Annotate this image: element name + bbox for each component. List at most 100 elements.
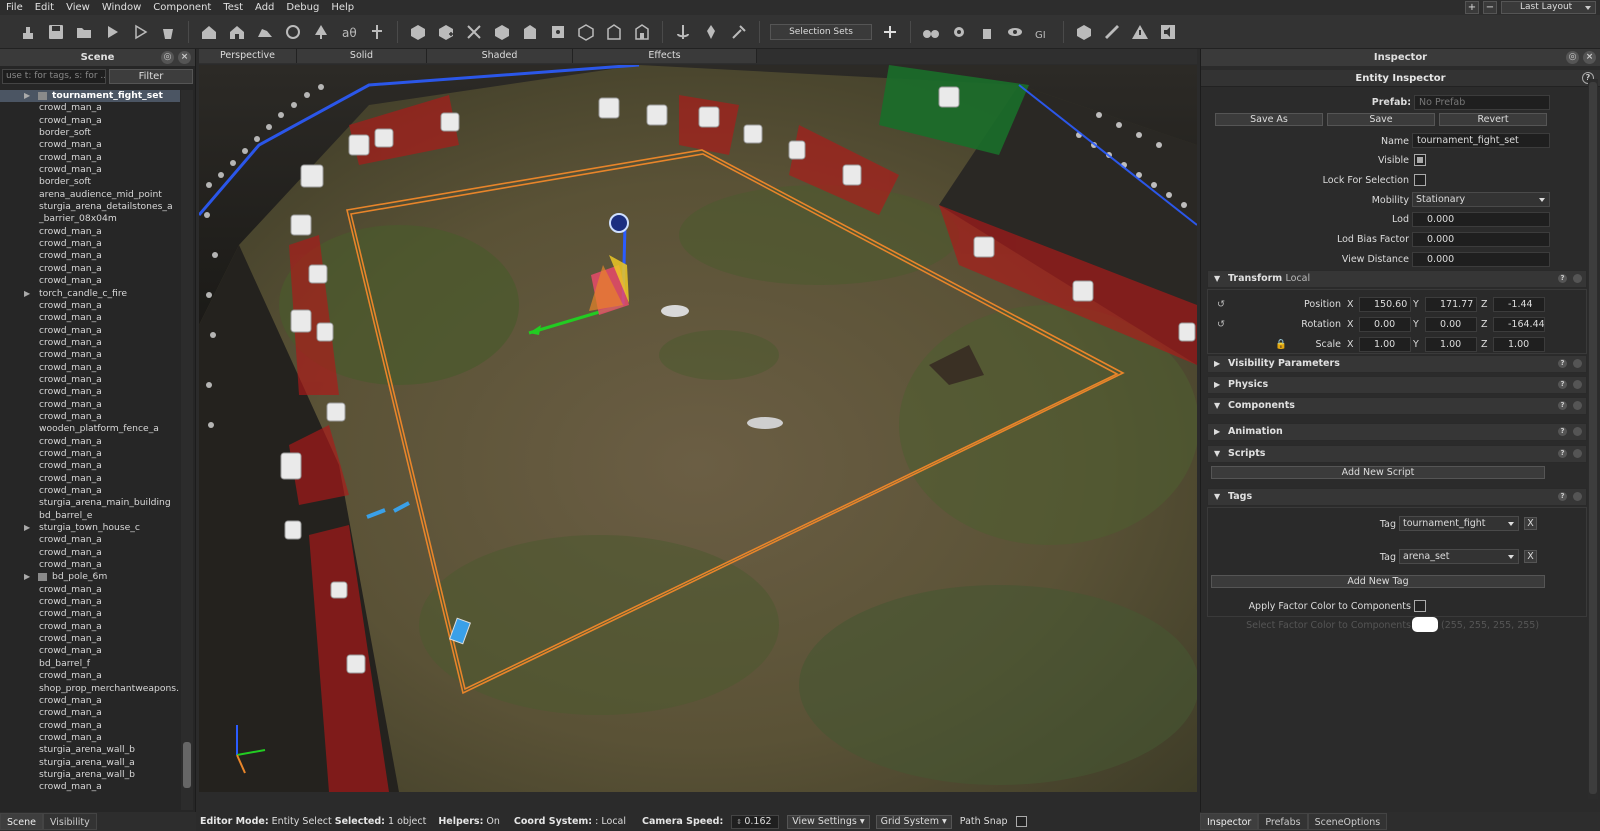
scene-tree-item[interactable]: crowd_man_a [0,238,180,250]
settings-icon[interactable] [1573,492,1582,501]
scrollbar-thumb[interactable] [183,742,191,788]
lock-for-selection-checkbox[interactable] [1414,174,1426,186]
scene-tree-item[interactable]: wooden_platform_fence_a [0,423,180,435]
scene-tree-item[interactable]: crowd_man_a [0,608,180,620]
expand-arrow-icon[interactable]: ▶ [24,288,30,300]
scene-tree-item[interactable]: crowd_man_a [0,411,180,423]
eye-icon[interactable] [1004,21,1026,43]
scene-tree-item[interactable]: crowd_man_a [0,695,180,707]
gi-icon[interactable]: GI [1032,21,1054,43]
menu-component[interactable]: Component [147,0,217,15]
help-icon[interactable]: ? [1558,449,1567,458]
animation-section-header[interactable]: ▶ Animation ? [1207,423,1587,441]
scene-tree-item[interactable]: crowd_man_a [0,102,180,114]
scene-tree-item[interactable]: crowd_man_a [0,584,180,596]
scene-tree-scrollbar[interactable] [181,90,193,810]
scene-tree-item[interactable]: crowd_man_a [0,325,180,337]
help-icon[interactable]: ? [1558,427,1567,436]
stamp-icon[interactable] [17,21,39,43]
tool-icon[interactable] [728,21,750,43]
transform-section-header[interactable]: ▼ Transform Local ? [1207,270,1587,288]
scene-tree-item[interactable]: crowd_man_a [0,337,180,349]
remove-tag-button-1[interactable]: X [1524,517,1537,530]
building-wire-icon[interactable] [603,21,625,43]
scene-tree-item[interactable]: ▶ bd_pole_6m [0,571,180,583]
scene-tree-item[interactable]: crowd_man_a [0,781,180,793]
figure-icon[interactable] [366,21,388,43]
settings-icon[interactable] [1573,359,1582,368]
view-settings-dropdown[interactable]: View Settings ▾ [787,814,870,829]
tree-icon[interactable] [310,21,332,43]
cube-icon[interactable] [407,21,429,43]
reset-position-icon[interactable]: ↺ [1217,299,1225,310]
scene-tree-item[interactable]: sturgia_arena_detailstones_a [0,201,180,213]
scene-tree-item[interactable]: crowd_man_a [0,559,180,571]
scene-tree-item[interactable]: crowd_man_a [0,732,180,744]
pin-inspector-icon[interactable]: ◎ [1566,51,1579,64]
menu-debug[interactable]: Debug [280,0,325,15]
scene-tree-item[interactable]: crowd_man_a [0,164,180,176]
close-panel-icon[interactable]: × [178,51,191,64]
scene-tree-item[interactable]: crowd_man_a [0,312,180,324]
settings-icon[interactable] [1573,274,1582,283]
help-icon[interactable]: ? [1558,401,1567,410]
scene-tree-item[interactable]: crowd_man_a [0,645,180,657]
scene-tree-item[interactable]: _barrier_08x04m [0,213,180,225]
inspector-scrollbar[interactable] [1588,79,1598,799]
scene-tree-item[interactable]: ▶ tournament_fight_set [0,90,180,103]
path-snap-checkbox[interactable] [1015,816,1027,827]
expand-arrow-icon[interactable]: ▶ [24,571,30,583]
tab-visibility[interactable]: Visibility [42,813,97,830]
expand-arrow-icon[interactable]: ▶ [24,90,30,102]
cube-light-icon[interactable] [1073,21,1095,43]
scene-search-input[interactable]: use t: for tags, s: for ... [2,69,106,84]
scale-y-field[interactable]: 1.00 [1425,337,1477,352]
scene-tree-item[interactable]: crowd_man_a [0,460,180,472]
position-y-field[interactable]: 171.77 [1425,297,1477,312]
scene-tree-item[interactable]: crowd_man_a [0,275,180,287]
scene-tree-item[interactable]: border_soft [0,176,180,188]
coord-system-value[interactable]: : Local [595,816,626,827]
binoculars-icon[interactable] [920,21,942,43]
settings-icon[interactable] [1573,401,1582,410]
tab-solid[interactable]: Solid [297,49,427,63]
house-alt-icon[interactable] [226,21,248,43]
pin-panel-icon[interactable]: ◎ [161,51,174,64]
scene-tree-item[interactable]: crowd_man_a [0,547,180,559]
inspector-scrollbar-thumb[interactable] [1589,82,1597,794]
add-new-tag-button[interactable]: Add New Tag [1211,575,1545,588]
save-icon[interactable] [45,21,67,43]
help-icon[interactable]: ? [1558,492,1567,501]
apply-factor-color-checkbox[interactable] [1414,600,1426,612]
scene-tree-item[interactable]: crowd_man_a [0,670,180,682]
scene-tree-item[interactable]: crowd_man_a [0,139,180,151]
rock-icon[interactable] [254,21,276,43]
rotation-y-field[interactable]: 0.00 [1425,317,1477,332]
scene-tree-item[interactable]: crowd_man_a [0,485,180,497]
cube-add-icon[interactable] [435,21,457,43]
close-inspector-icon[interactable]: × [1583,51,1596,64]
scene-tree-item[interactable]: crowd_man_a [0,707,180,719]
settings-icon[interactable] [1573,427,1582,436]
settings-icon[interactable] [1573,380,1582,389]
scene-tree-item[interactable]: crowd_man_a [0,226,180,238]
scene-tree-item[interactable]: sturgia_arena_wall_b [0,744,180,756]
speaker-icon[interactable] [1157,21,1179,43]
scale-z-field[interactable]: 1.00 [1493,337,1545,352]
scene-tree-item[interactable]: crowd_man_a [0,720,180,732]
3d-viewport[interactable] [199,65,1197,792]
puzzle-icon[interactable] [547,21,569,43]
scene-tree-item[interactable]: sturgia_arena_wall_b [0,769,180,781]
expand-arrow-icon[interactable]: ▶ [24,522,30,534]
components-section-header[interactable]: ▼ Components ? [1207,397,1587,415]
scene-tree-item[interactable]: bd_barrel_e [0,510,180,522]
scene-tree-item[interactable]: crowd_man_a [0,633,180,645]
menu-view[interactable]: View [60,0,96,15]
gears-icon[interactable] [948,21,970,43]
layout-dropdown[interactable]: Last Layout [1501,1,1596,14]
menu-edit[interactable]: Edit [29,0,60,15]
scene-tree-item[interactable]: ▶ torch_candle_c_fire [0,288,180,300]
scene-tree-item[interactable]: ▶ sturgia_town_house_c [0,522,180,534]
remove-layout-button[interactable]: − [1483,1,1497,14]
scene-tree-item[interactable]: crowd_man_a [0,300,180,312]
